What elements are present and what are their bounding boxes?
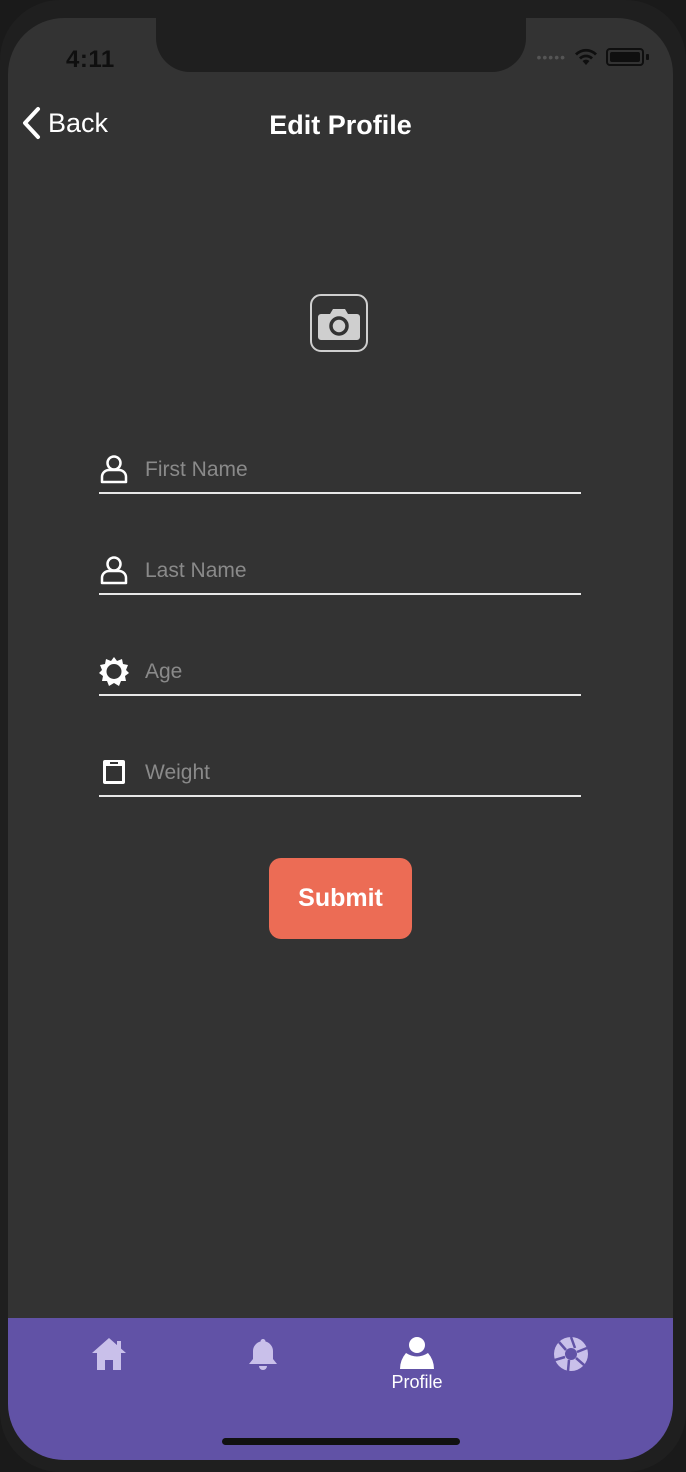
notch xyxy=(156,18,526,72)
bell-icon xyxy=(249,1339,277,1370)
user-icon xyxy=(100,455,128,484)
screen: 4:11 ••••• Back Edit Profile First Name … xyxy=(8,18,673,1460)
signal-icon: ••••• xyxy=(536,49,566,65)
tab-profile[interactable]: Profile xyxy=(377,1336,457,1396)
aperture-icon xyxy=(554,1336,588,1372)
last-name-input[interactable] xyxy=(143,553,567,589)
page-title: Edit Profile xyxy=(269,110,412,140)
camera-icon xyxy=(318,309,360,340)
first-name-input[interactable] xyxy=(143,452,567,488)
device-frame: 4:11 ••••• Back Edit Profile First Name … xyxy=(0,0,686,1472)
first-name-field xyxy=(99,450,581,494)
submit-button[interactable]: Submit xyxy=(269,858,412,939)
user-icon xyxy=(100,556,128,585)
tab-camera-settings[interactable] xyxy=(531,1336,611,1396)
sun-icon xyxy=(99,657,129,686)
scale-icon xyxy=(103,760,125,784)
status-time: 4:11 xyxy=(66,46,115,73)
last-name-field xyxy=(99,551,581,595)
tab-label-profile: Profile xyxy=(391,1372,443,1392)
weight-input[interactable] xyxy=(143,755,567,791)
status-indicators: ••••• xyxy=(536,48,649,66)
navigation-bar: Back Edit Profile xyxy=(8,106,673,146)
home-icon xyxy=(92,1338,126,1370)
tab-notifications[interactable] xyxy=(223,1336,303,1396)
battery-icon xyxy=(606,48,644,66)
age-field xyxy=(99,652,581,696)
wifi-icon xyxy=(575,48,597,65)
home-indicator xyxy=(222,1438,460,1445)
user-icon xyxy=(400,1337,434,1369)
change-photo-button[interactable] xyxy=(310,294,368,352)
age-input[interactable] xyxy=(143,654,567,690)
weight-field xyxy=(99,753,581,797)
tab-home[interactable] xyxy=(69,1336,149,1396)
